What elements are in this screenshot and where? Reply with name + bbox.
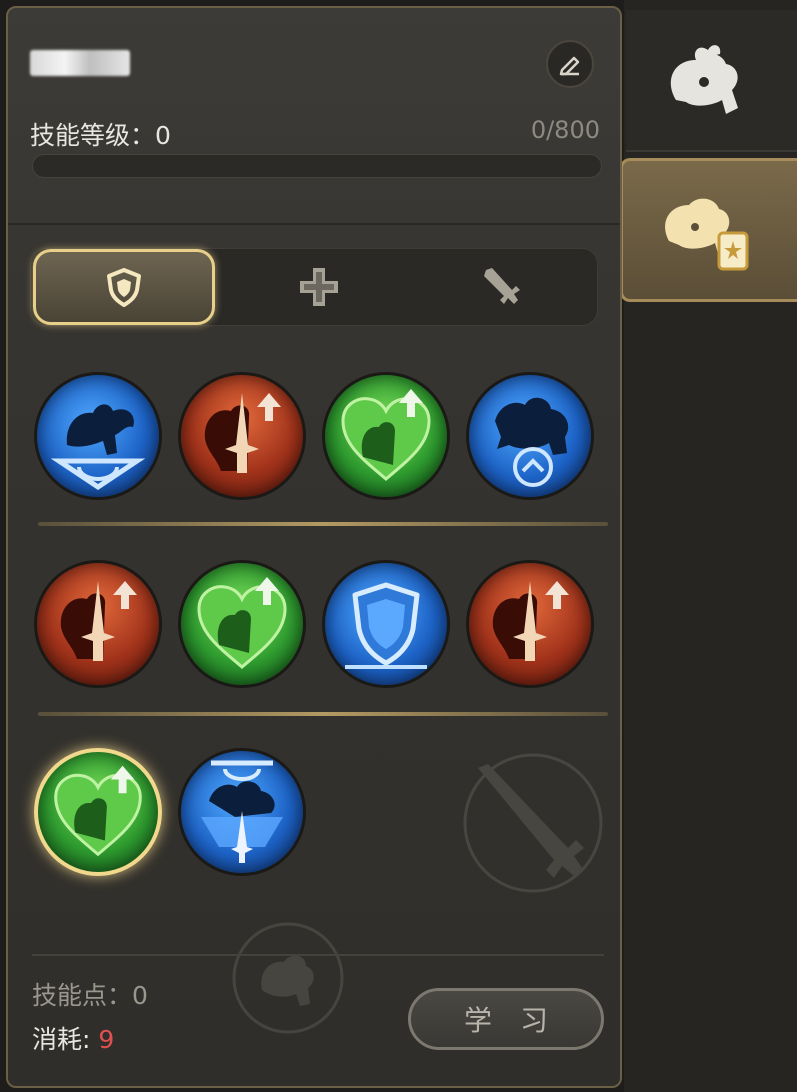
row-divider-1	[38, 522, 608, 526]
learn-button[interactable]: 学习	[408, 988, 604, 1050]
blue-pegasus-skill-icon	[50, 404, 146, 491]
skill-panel: ■■■■■ 技能等级：0 0/800	[6, 6, 622, 1088]
side-tab-chocobo[interactable]	[626, 10, 797, 152]
cost-value: 9	[98, 1025, 115, 1054]
skill-level-label: 技能等级：	[30, 121, 156, 150]
skill-points-label: 技能点：	[32, 981, 133, 1010]
blue-sword-shield-skill-icon	[201, 760, 283, 863]
background-sword-watermark	[458, 748, 608, 902]
skill-slot-1-4[interactable]	[466, 372, 594, 500]
skill-slot-2-2[interactable]	[178, 560, 306, 688]
green-heart-up-skill-icon	[54, 765, 142, 857]
background-chocobo-watermark	[228, 918, 348, 1042]
skill-slot-2-3[interactable]	[322, 560, 450, 688]
tab-attack[interactable]	[411, 249, 595, 325]
edit-icon	[559, 56, 580, 76]
sword-icon	[484, 268, 520, 304]
row-divider-2	[38, 712, 608, 716]
xp-progress-bar	[32, 154, 602, 178]
tab-defense[interactable]	[33, 249, 215, 325]
skill-slot-3-1[interactable]	[34, 748, 162, 876]
chocobo-card-icon	[665, 198, 749, 271]
tab-support[interactable]	[227, 249, 411, 325]
red-sword-up-skill-icon	[204, 393, 281, 473]
cost-label: 消耗:	[32, 1025, 99, 1054]
blue-shield-skill-icon	[345, 582, 427, 669]
footer-divider	[32, 954, 604, 956]
skill-cost: 消耗: 9	[32, 1020, 114, 1056]
shield-icon	[107, 268, 141, 307]
skill-category-tabs	[30, 248, 598, 326]
red-sword-up-skill-icon	[492, 581, 569, 661]
skill-points-value: 0	[132, 981, 148, 1010]
xp-text: 0/800	[530, 116, 600, 144]
skill-level: 技能等级：0	[30, 116, 171, 152]
cross-icon	[300, 268, 338, 306]
skill-slot-3-2[interactable]	[178, 748, 306, 876]
skill-slot-2-1[interactable]	[34, 560, 162, 688]
red-sword-up-skill-icon	[60, 581, 137, 661]
green-heart-up-skill-icon	[197, 577, 287, 669]
blue-chocobo-up-skill-icon	[495, 397, 569, 487]
player-name: ■■■■■	[30, 50, 130, 76]
skill-points: 技能点：0	[32, 976, 148, 1012]
side-tab-chocobo-card[interactable]	[620, 158, 797, 302]
skill-slot-2-4[interactable]	[466, 560, 594, 688]
green-heart-up-skill-icon	[341, 389, 431, 481]
skill-level-value: 0	[155, 121, 171, 150]
skill-slot-1-2[interactable]	[178, 372, 306, 500]
skill-slot-1-3[interactable]	[322, 372, 450, 500]
edit-button[interactable]	[546, 40, 594, 88]
skill-slot-1-1[interactable]	[34, 372, 162, 500]
chocobo-head-icon	[670, 45, 738, 114]
